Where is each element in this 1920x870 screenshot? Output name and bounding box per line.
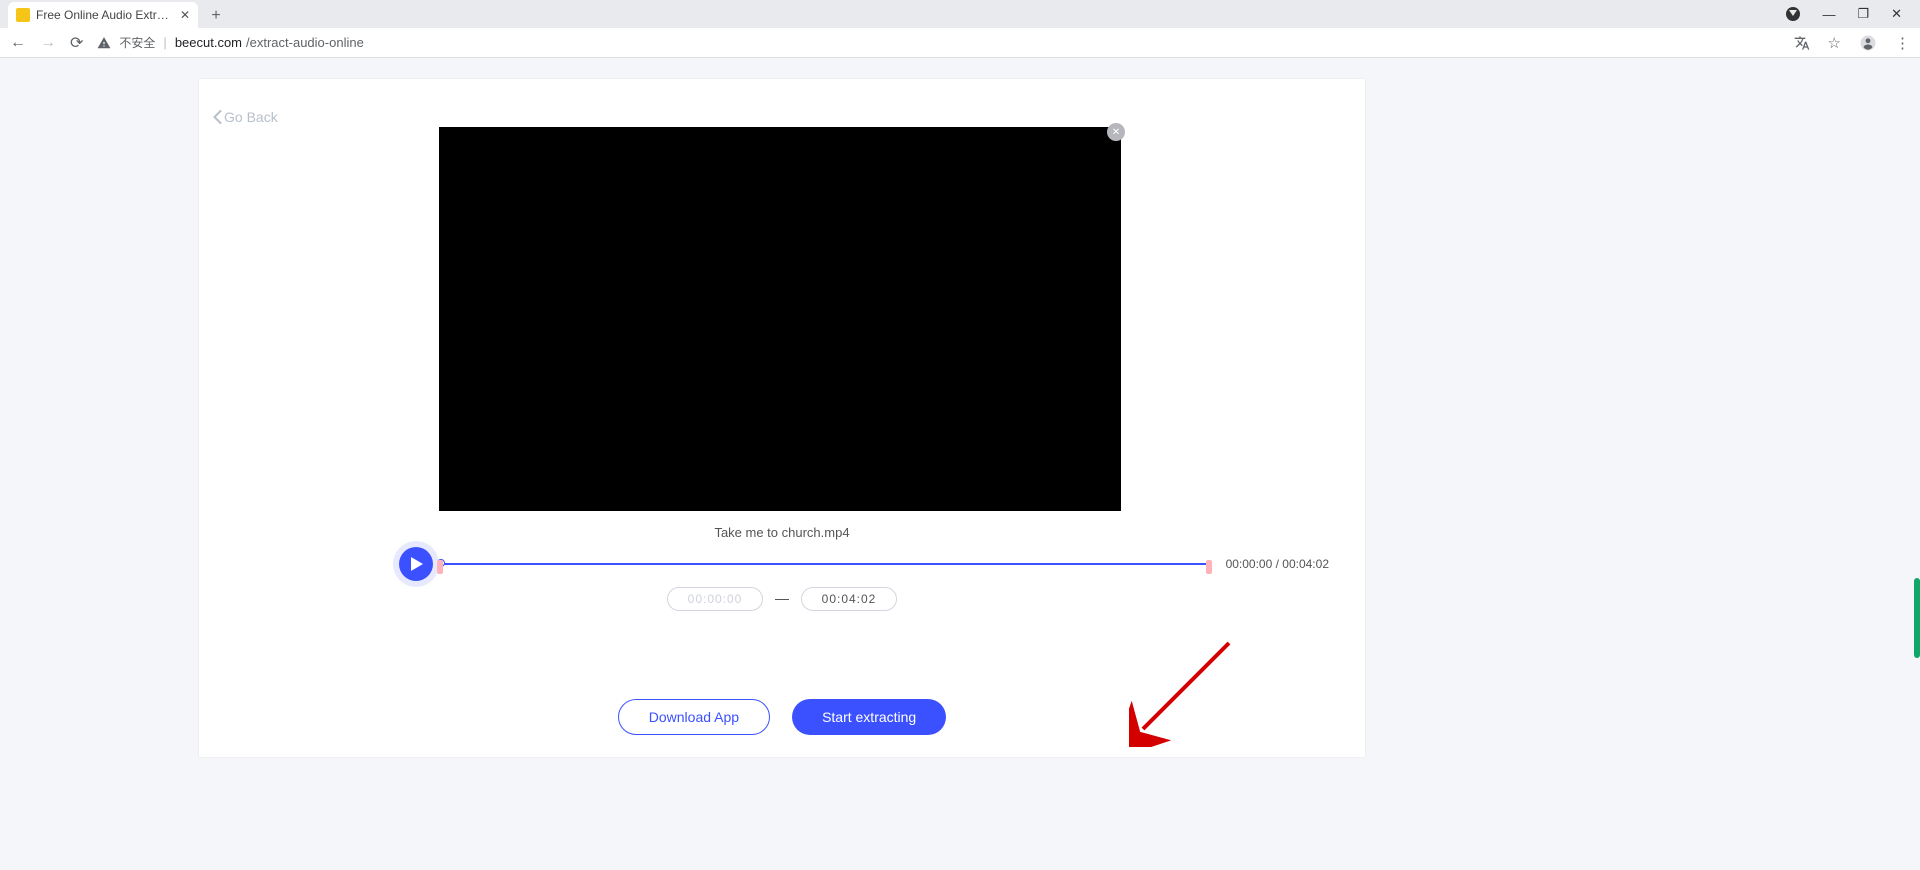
url-path: /extract-audio-online	[246, 35, 364, 50]
nav-forward-button[interactable]: →	[40, 34, 56, 52]
start-extracting-button[interactable]: Start extracting	[792, 699, 946, 735]
end-time-input[interactable]: 00:04:02	[801, 587, 897, 611]
time-range-separator	[775, 599, 789, 600]
trim-handle-end[interactable]	[1206, 560, 1212, 574]
download-app-button[interactable]: Download App	[618, 699, 770, 735]
not-secure-icon	[97, 36, 111, 50]
window-maximize-button[interactable]: ❐	[1857, 6, 1869, 22]
extractor-card: Go Back ✕ Take me to church.mp4 00:00:00…	[198, 78, 1366, 758]
timeline-track[interactable]	[437, 563, 1212, 565]
profile-icon[interactable]	[1859, 34, 1877, 52]
vertical-scrollbar[interactable]	[1914, 578, 1920, 658]
chrome-menu-button[interactable]: ⋮	[1895, 34, 1910, 52]
nav-back-button[interactable]: ←	[10, 34, 26, 52]
bookmark-star-icon[interactable]: ☆	[1828, 34, 1841, 52]
file-name-label: Take me to church.mp4	[199, 525, 1365, 540]
time-readout: 00:00:00 / 00:04:02	[1226, 557, 1329, 571]
translate-icon[interactable]	[1794, 35, 1810, 51]
tab-title: Free Online Audio Extractor - |	[36, 8, 174, 22]
close-icon[interactable]: ✕	[1107, 123, 1125, 141]
go-back-label: Go Back	[224, 109, 278, 125]
chevron-left-icon	[213, 110, 222, 124]
video-preview[interactable]: ✕	[439, 127, 1121, 511]
window-minimize-button[interactable]: —	[1822, 7, 1835, 22]
favicon-icon	[16, 8, 30, 22]
address-bar[interactable]: 不安全 | beecut.com/extract-audio-online	[97, 34, 1779, 51]
tab-close-button[interactable]: ✕	[180, 8, 190, 22]
extension-icon[interactable]	[1786, 7, 1800, 21]
nav-reload-button[interactable]: ⟳	[70, 33, 83, 53]
play-button[interactable]	[399, 547, 433, 581]
start-time-input[interactable]: 00:00:00	[667, 587, 763, 611]
security-label: 不安全	[119, 34, 155, 51]
window-close-button[interactable]: ✕	[1891, 6, 1902, 22]
new-tab-button[interactable]: +	[204, 4, 228, 28]
play-icon	[411, 557, 423, 571]
go-back-link[interactable]: Go Back	[213, 109, 278, 125]
browser-tab[interactable]: Free Online Audio Extractor - | ✕	[8, 2, 198, 28]
trim-handle-start[interactable]	[437, 560, 443, 574]
url-host: beecut.com	[175, 35, 242, 50]
